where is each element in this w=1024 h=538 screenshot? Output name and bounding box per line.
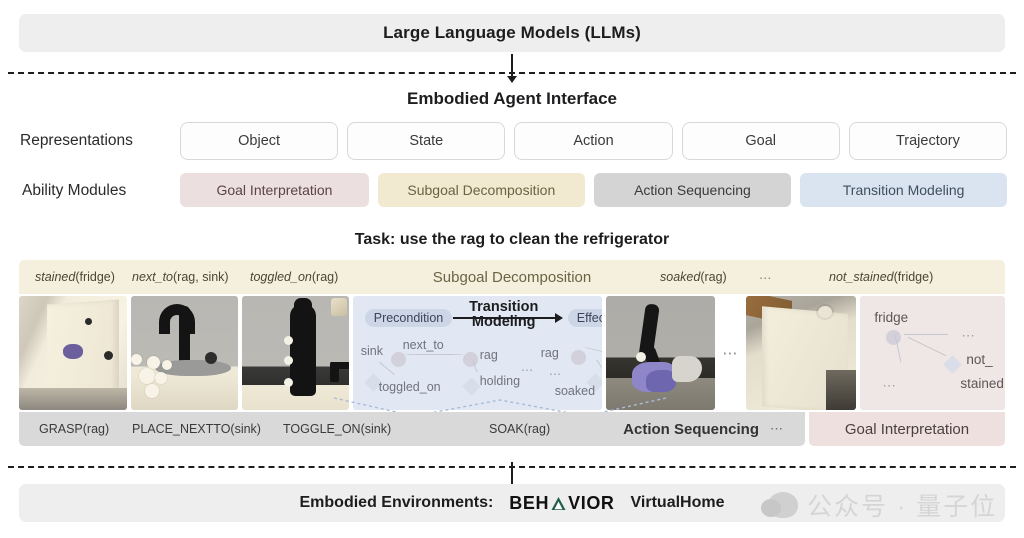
graph-label-fridge: fridge	[874, 310, 909, 325]
graph-label-sink: sink	[360, 344, 383, 358]
action-strip-ellipsis: ⋯	[770, 421, 783, 436]
representation-chip-object[interactable]: Object	[180, 122, 339, 160]
embodied-environments-label: Embodied Environments:	[299, 494, 494, 511]
subgoal-pred: stained	[35, 270, 76, 284]
subgoal-args: (fridge)	[893, 270, 934, 284]
graph-label-rag: rag	[479, 348, 498, 362]
graph-edge	[404, 354, 463, 355]
graph-label-next-to: next_to	[402, 338, 444, 352]
frame-fridge-clean	[746, 296, 857, 410]
subgoal-item-next-to: next_to(rag, sink)	[132, 270, 229, 284]
goal-interpretation-strip: Goal Interpretation	[809, 412, 1005, 446]
representations-row: Object State Action Goal Trajectory	[180, 122, 1008, 160]
subgoal-pred: soaked	[660, 270, 701, 284]
llm-banner: Large Language Models (LLMs)	[19, 14, 1005, 52]
representation-chip-state[interactable]: State	[347, 122, 506, 160]
llm-banner-label: Large Language Models (LLMs)	[383, 23, 641, 42]
graph-label-not: not_	[966, 352, 993, 367]
representation-chip-trajectory[interactable]: Trajectory	[848, 122, 1008, 160]
transition-arrow-icon	[452, 313, 563, 323]
ability-chip-subgoal-decomposition[interactable]: Subgoal Decomposition	[377, 173, 585, 207]
media-band-ellipsis: ⋯	[722, 345, 739, 362]
subgoal-item-ellipsis: ⋯	[759, 270, 772, 285]
subgoal-item-stained: stained(fridge)	[35, 270, 115, 284]
precondition-pill: Precondition	[364, 309, 453, 327]
action-item-grasp: GRASP(rag)	[39, 422, 110, 436]
graph-ellipsis: ⋯	[882, 378, 896, 393]
representation-chip-goal[interactable]: Goal	[681, 122, 840, 160]
action-sequencing-module-label: Action Sequencing	[623, 420, 759, 438]
ability-chip-goal-interpretation[interactable]: Goal Interpretation	[180, 173, 369, 207]
behavior-logo: BEH VIOR	[509, 493, 614, 514]
transition-modeling-title-line1: Transition	[469, 299, 539, 315]
embodied-environments-banner: Embodied Environments: BEH VIOR VirtualH…	[19, 484, 1005, 522]
transition-modeling-panel: Precondition Effect Transition Modeling …	[352, 296, 603, 410]
ability-chip-transition-modeling[interactable]: Transition Modeling	[800, 173, 1007, 207]
subgoal-decomposition-strip: Subgoal Decomposition stained(fridge) ne…	[19, 260, 1005, 294]
figure-root: Large Language Models (LLMs) Embodied Ag…	[0, 0, 1024, 538]
ability-modules-row: Goal Interpretation Subgoal Decompositio…	[180, 173, 1007, 207]
frame-fridge-stained	[19, 296, 128, 410]
graph-label-holding: holding	[479, 374, 521, 388]
subgoal-item-soaked: soaked(rag)	[660, 270, 727, 284]
representations-label: Representations	[20, 132, 133, 149]
ability-chip-action-sequencing[interactable]: Action Sequencing	[593, 173, 792, 207]
task-title: Task: use the rag to clean the refrigera…	[354, 231, 670, 248]
graph-label-rag-effect: rag	[540, 346, 559, 360]
page-title: Embodied Agent Interface	[406, 89, 617, 108]
subgoal-item-not-stained: not_stained(fridge)	[829, 270, 933, 284]
transition-modeling-title: Transition Modeling	[449, 299, 559, 330]
graph-label-stained: stained	[960, 376, 1004, 391]
behavior-triangle-icon	[551, 496, 566, 510]
subgoal-pred: toggled_on	[250, 270, 312, 284]
subgoal-args: (rag, sink)	[173, 270, 229, 284]
frame-sink-toggled-on	[242, 296, 349, 410]
effect-pill: Effect	[567, 309, 603, 327]
graph-node-icon	[390, 352, 406, 367]
behavior-logo-text-right: VIOR	[568, 492, 615, 513]
graph-diamond-icon	[943, 355, 963, 374]
graph-edge	[584, 346, 603, 355]
behavior-logo-text-left: BEH	[509, 492, 550, 513]
graph-label-toggled-on: toggled_on	[378, 380, 441, 394]
goal-interpretation-graph-panel: fridge ⋯ ⋯ not_ stained	[860, 296, 1005, 410]
subgoal-pred: not_stained	[829, 270, 894, 284]
graph-edge	[908, 336, 947, 357]
action-item-toggle-on: TOGGLE_ON(sink)	[283, 422, 392, 436]
virtualhome-label: VirtualHome	[630, 494, 725, 511]
graph-node-icon	[570, 350, 586, 365]
frame-sink-faucet	[131, 296, 239, 410]
subgoal-args: (fridge)	[75, 270, 115, 284]
graph-edge	[904, 334, 949, 335]
subgoal-args: (rag)	[700, 270, 727, 284]
subgoal-pred: next_to	[132, 270, 174, 284]
graph-node-icon	[886, 330, 902, 345]
frame-rag-soaked	[606, 296, 715, 410]
graph-node-icon	[462, 352, 478, 367]
graph-ellipsis: ⋯	[520, 363, 534, 377]
representation-chip-action[interactable]: Action	[514, 122, 673, 160]
subgoal-args: (rag)	[311, 270, 339, 284]
action-item-soak: SOAK(rag)	[489, 422, 551, 436]
action-sequencing-strip: GRASP(rag) PLACE_NEXTTO(sink) TOGGLE_ON(…	[19, 412, 805, 446]
media-band: Precondition Effect Transition Modeling …	[19, 296, 1005, 410]
ability-modules-label: Ability Modules	[22, 182, 127, 199]
graph-ellipsis: ⋯	[961, 328, 975, 343]
graph-ellipsis: ⋯	[548, 367, 562, 381]
arrow-down-to-interface-icon	[505, 54, 519, 84]
subgoal-item-toggled-on: toggled_on(rag)	[250, 270, 338, 284]
graph-edge	[596, 359, 603, 374]
graph-diamond-icon	[462, 377, 481, 396]
action-item-place-nextto: PLACE_NEXTTO(sink)	[132, 422, 261, 436]
